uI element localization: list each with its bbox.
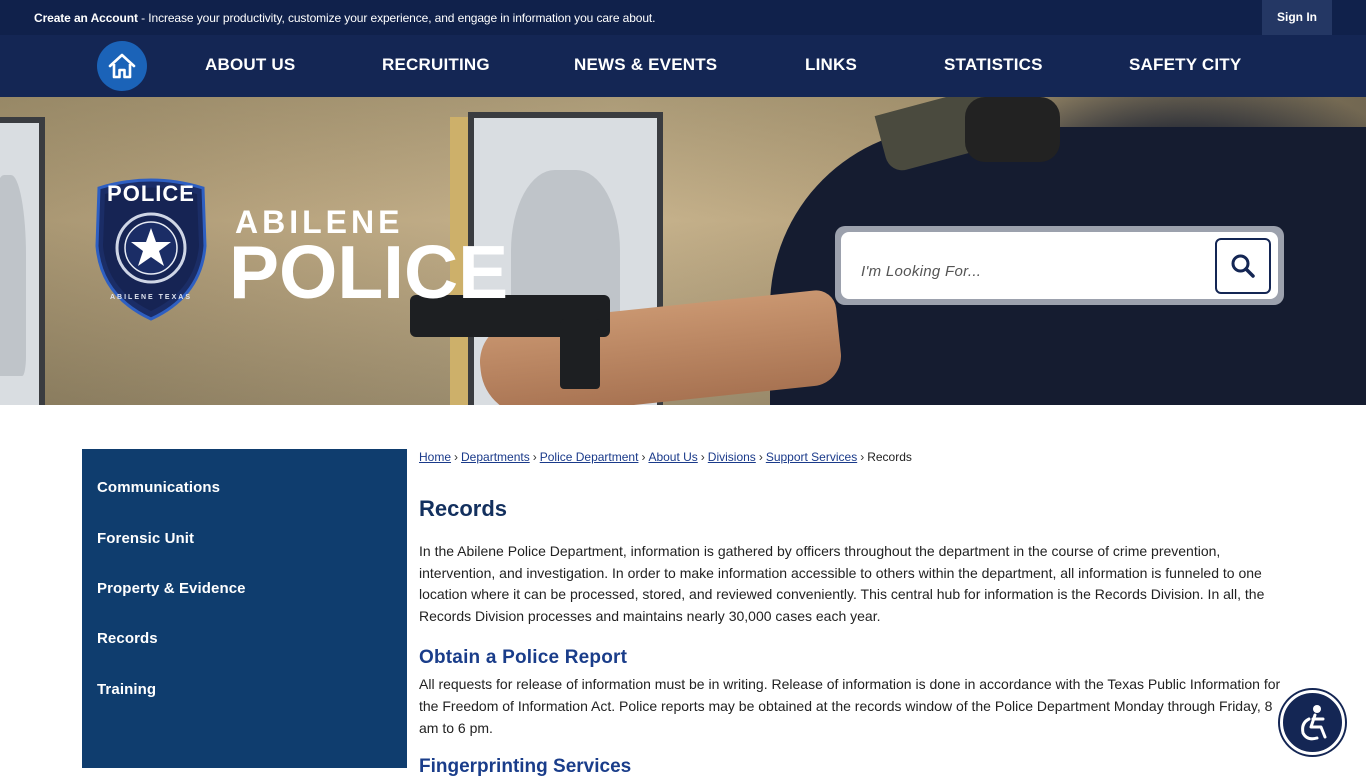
section-heading-police-report: Obtain a Police Report [419,647,628,668]
search-input[interactable]: I'm Looking For... [841,232,1278,299]
police-report-paragraph: All requests for release of information … [419,676,1281,736]
sidebar-item-communications[interactable]: Communications [97,479,220,496]
logo-police: POLICE [229,230,509,314]
intro-paragraph: In the Abilene Police Department, inform… [419,543,1265,624]
nav-about-us[interactable]: ABOUT US [205,35,295,97]
sign-in-button[interactable]: Sign In [1262,0,1332,35]
search-panel: I'm Looking For... [835,226,1284,305]
search-button[interactable] [1215,238,1271,294]
accessibility-button[interactable] [1280,690,1345,755]
section-heading-fingerprinting: Fingerprinting Services [419,756,632,777]
page-title: Records [419,496,508,521]
home-button[interactable] [97,41,147,91]
nav-safety-city[interactable]: SAFETY CITY [1129,35,1241,97]
search-icon [1231,254,1255,278]
top-bar: Create an Account - Increase your produc… [0,0,1366,35]
sidebar-item-property-evidence[interactable]: Property & Evidence [97,580,246,597]
breadcrumb-about-us[interactable]: About Us [648,450,697,464]
ear-protection [965,97,1060,162]
breadcrumb-support-services[interactable]: Support Services [766,450,857,464]
sidebar-item-forensic-unit[interactable]: Forensic Unit [97,530,194,547]
sidebar-item-records[interactable]: Records [97,630,158,647]
nav-news-events[interactable]: NEWS & EVENTS [574,35,717,97]
nav-links[interactable]: LINKS [805,35,857,97]
nav-statistics[interactable]: STATISTICS [944,35,1043,97]
breadcrumb-departments[interactable]: Departments [461,450,530,464]
breadcrumb-current: Records [867,450,912,464]
home-icon [108,53,136,79]
pistol-grip [560,319,600,389]
search-placeholder: I'm Looking For... [861,263,982,280]
breadcrumb-home[interactable]: Home [419,450,451,464]
main-nav: ABOUT US RECRUITING NEWS & EVENTS LINKS … [0,35,1366,97]
accessibility-icon [1300,704,1326,740]
breadcrumb-divisions[interactable]: Divisions [708,450,756,464]
sidebar-nav: Communications Forensic Unit Property & … [82,449,407,768]
nav-recruiting[interactable]: RECRUITING [382,35,490,97]
police-badge-logo[interactable] [91,176,211,321]
breadcrumb-police-department[interactable]: Police Department [540,450,639,464]
promo-text: - Increase your productivity, customize … [137,11,656,25]
sidebar-item-training[interactable]: Training [97,681,156,698]
account-promo: Create an Account - Increase your produc… [34,11,655,25]
create-account-link[interactable]: Create an Account [34,11,138,25]
breadcrumb: Home › Departments › Police Department › About… [419,450,912,464]
range-target [0,117,45,405]
